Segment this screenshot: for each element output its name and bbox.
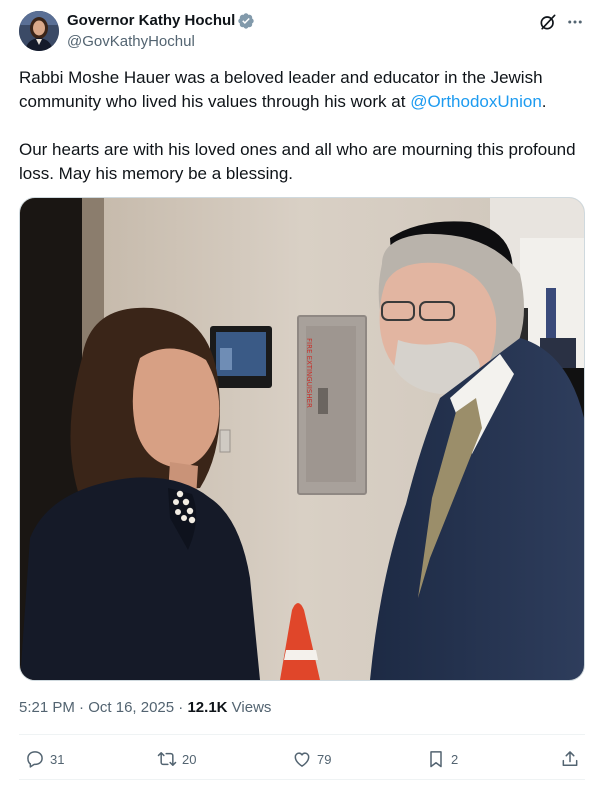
repost-button[interactable]: 20 [157, 748, 196, 770]
tweet-meta: 5:21 PM · Oct 16, 2025 · 12.1K Views [19, 699, 271, 716]
reply-icon [27, 751, 43, 768]
bookmark-button[interactable]: 2 [426, 748, 458, 770]
like-button[interactable]: 79 [292, 748, 331, 770]
author-handle[interactable]: @GovKathyHochul [67, 33, 195, 50]
repost-icon [157, 752, 177, 766]
reply-count: 31 [50, 751, 65, 767]
tweet-text: Rabbi Moshe Hauer was a beloved leader a… [19, 66, 579, 186]
tweet-paragraph-1: Rabbi Moshe Hauer was a beloved leader a… [19, 66, 579, 114]
avatar-image [19, 11, 59, 51]
share-icon [562, 751, 578, 766]
meta-separator: · [74, 699, 89, 716]
views-count[interactable]: 12.1K [187, 699, 227, 716]
photo-image: FIRE EXTINGUISHER [20, 198, 584, 680]
like-icon [294, 752, 310, 767]
bookmark-count: 2 [451, 751, 459, 767]
tweet-paragraph-2: Our hearts are with his loved ones and a… [19, 140, 576, 183]
repost-count: 20 [182, 751, 197, 767]
meta-separator: · [174, 699, 188, 716]
mention-link[interactable]: @OrthodoxUnion [410, 92, 542, 111]
author-name[interactable]: Governor Kathy Hochul [67, 12, 235, 29]
reply-button[interactable]: 31 [25, 748, 64, 770]
tweet-card: Governor Kathy Hochul @GovKathyHochul Ra… [0, 0, 606, 785]
divider [19, 779, 585, 780]
views-label: Views [227, 699, 272, 716]
tweet-date[interactable]: Oct 16, 2025 [88, 699, 174, 716]
bookmark-icon [430, 751, 442, 768]
tweet-photo[interactable]: FIRE EXTINGUISHER [19, 197, 585, 681]
more-icon[interactable] [565, 13, 585, 31]
tweet-text-part: . [541, 92, 547, 111]
share-button[interactable] [560, 748, 580, 770]
grok-icon[interactable] [538, 12, 558, 32]
photo-panel-text: FIRE EXTINGUISHER [305, 338, 313, 408]
tweet-time[interactable]: 5:21 PM [19, 699, 75, 716]
like-count: 79 [317, 751, 332, 767]
avatar[interactable] [19, 11, 59, 51]
divider [19, 734, 585, 735]
verified-badge-icon [238, 13, 254, 29]
